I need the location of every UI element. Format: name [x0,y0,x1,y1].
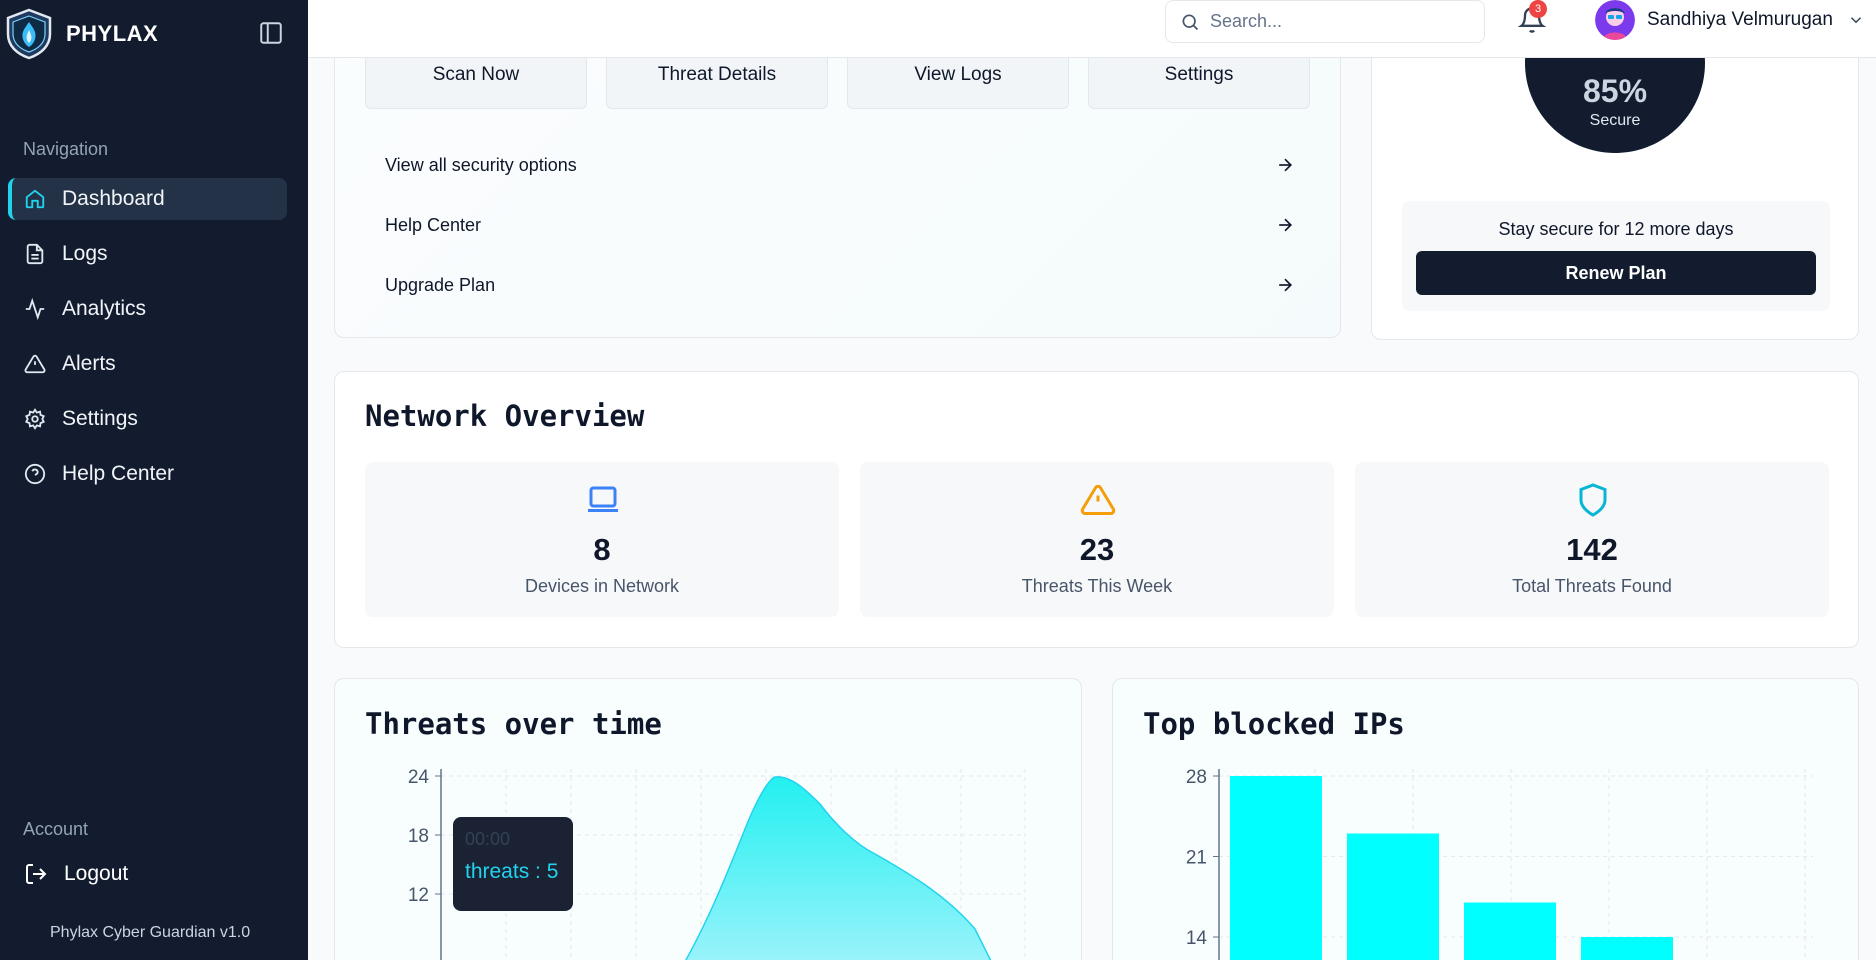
version-text: Phylax Cyber Guardian v1.0 [50,924,251,941]
warning-icon [1080,484,1116,515]
blocked-ips-bar-chart[interactable]: 28 21 14 [1113,679,1860,960]
sidebar-item-label: Help Center [62,462,175,485]
arrow-right-icon [1279,278,1293,292]
stat-value: 23 [1079,532,1115,567]
y-tick-label: 14 [1186,928,1208,949]
y-tick-label: 18 [408,826,429,847]
security-label: Secure [1589,112,1641,129]
sidebar-toggle-icon[interactable] [258,20,284,46]
stat-threats-week: 23 Threats This Week [860,462,1334,617]
help-center-link[interactable]: Help Center [385,202,1295,248]
button-label: Scan Now [432,64,520,85]
top-blocked-ips-card: Top blocked IPs 28 21 14 [1112,678,1859,960]
help-circle-icon [24,463,46,485]
sidebar-item-alerts[interactable]: Alerts [8,343,287,385]
y-tick-label: 28 [1186,767,1207,788]
stat-label: Total Threats Found [1512,576,1672,596]
home-icon [25,189,45,209]
sidebar-item-settings[interactable]: Settings [8,398,287,440]
arrow-right-icon [1279,158,1293,172]
network-overview-card: Network Overview 8 Devices in Network 23… [334,371,1859,648]
stat-value: 8 [593,532,611,567]
stat-label: Devices in Network [524,576,680,596]
gear-icon [25,408,45,430]
button-label: Threat Details [657,64,777,85]
renew-text: Stay secure for 12 more days [1498,219,1734,239]
arrow-right-icon [1279,218,1293,232]
threats-area-chart[interactable]: 24 18 12 [335,679,1083,960]
sidebar-item-label: Analytics [62,297,147,320]
sidebar-item-label: Logs [62,242,108,265]
view-all-security-options-link[interactable]: View all security options [385,142,1295,188]
topbar: 3 Sandhiya Velmurugan [308,0,1876,58]
avatar [1595,0,1635,40]
button-label: Settings [1164,64,1234,85]
account-heading: Account [23,819,89,839]
chevron-down-icon [1850,17,1861,24]
sidebar-item-label: Dashboard [62,187,165,210]
notification-badge: 3 [1529,0,1547,18]
stat-total-threats: 142 Total Threats Found [1355,462,1829,617]
y-tick-label: 24 [408,767,430,788]
bar [1464,902,1556,960]
link-label: Upgrade Plan [385,274,496,295]
bar [1230,776,1322,960]
phylax-logo-icon [6,8,52,60]
brand-name: PHYLAX [66,21,159,46]
threats-over-time-card: Threats over time 24 18 12 00:00 threats :… [334,678,1082,960]
sidebar-item-label: Alerts [62,352,116,375]
y-tick-label: 21 [1186,848,1207,869]
nav-heading: Navigation [23,139,109,159]
chart-tooltip: 00:00 threats : 5 [453,817,573,911]
button-label: View Logs [914,64,1002,85]
search-input[interactable] [1210,11,1460,32]
tooltip-value: threats : 5 [465,860,559,883]
stat-devices: 8 Devices in Network [365,462,839,617]
security-percent: 85% [1582,73,1648,109]
link-label: Help Center [385,214,482,235]
sidebar-item-help-center[interactable]: Help Center [8,453,287,495]
sidebar-item-analytics[interactable]: Analytics [8,288,287,330]
bar [1581,937,1673,960]
logout-label: Logout [64,862,129,885]
laptop-icon [588,486,618,512]
gauge-text: 85% Secure [1525,73,1705,130]
upgrade-plan-link[interactable]: Upgrade Plan [385,262,1295,308]
renew-plan-button[interactable]: Renew Plan [1416,251,1816,295]
user-name: Sandhiya Velmurugan [1647,9,1833,30]
stat-value: 142 [1566,532,1618,567]
card-title: Network Overview [365,399,645,433]
bar [1347,833,1439,960]
logout-button[interactable]: Logout [24,862,128,886]
stat-label: Threats This Week [1021,576,1173,596]
sidebar-item-logs[interactable]: Logs [8,233,287,275]
search-icon [1182,14,1199,30]
search-box[interactable] [1165,0,1485,43]
y-tick-label: 12 [408,885,429,906]
brand[interactable]: PHYLAX [4,8,158,60]
sidebar-item-label: Settings [62,407,138,430]
alert-triangle-icon [24,354,46,374]
sidebar-item-dashboard[interactable]: Dashboard [8,178,287,220]
link-label: View all security options [385,154,577,175]
area-series [685,776,992,960]
sidebar: PHYLAX Navigation Dashboard Logs Analyti… [0,0,308,960]
shield-icon [1579,483,1607,517]
file-icon [26,243,44,265]
user-menu[interactable]: Sandhiya Velmurugan [1595,0,1865,40]
tooltip-label: 00:00 [465,829,511,849]
activity-icon [25,298,45,320]
logout-icon [26,864,47,884]
renew-panel: Stay secure for 12 more days Renew Plan [1402,201,1830,311]
